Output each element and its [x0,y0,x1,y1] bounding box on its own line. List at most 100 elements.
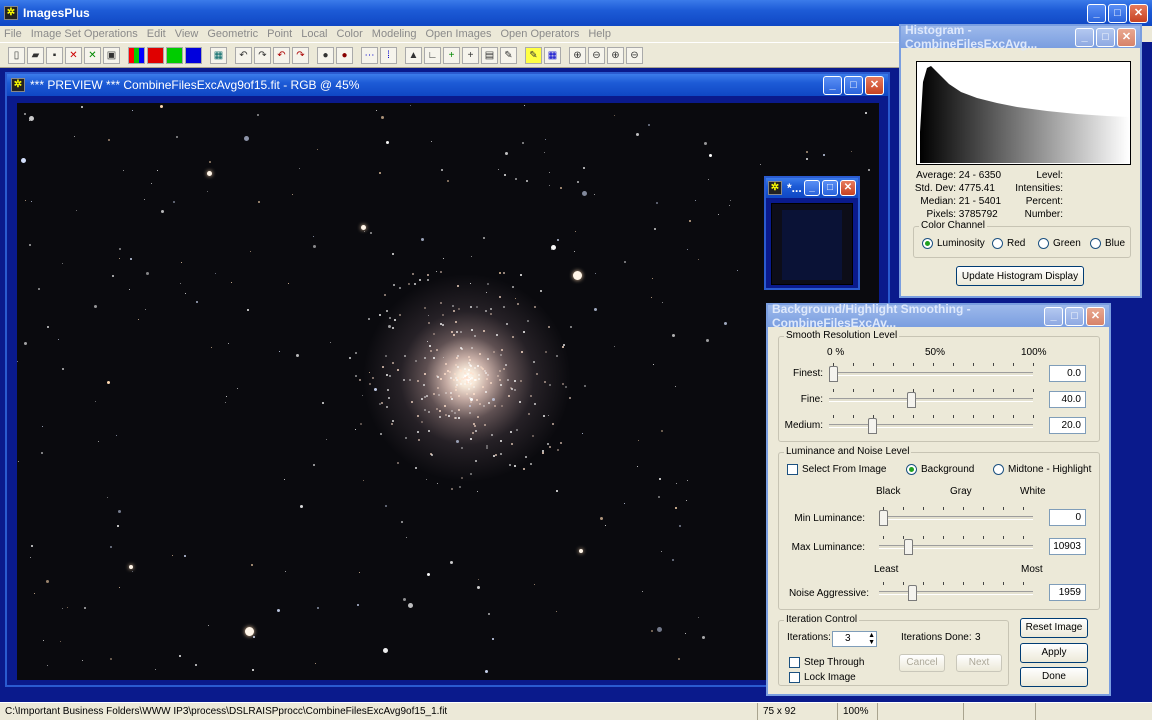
redo-all-icon[interactable]: ↷ [292,46,309,64]
fine-value[interactable]: 40.0 [1049,391,1086,408]
reset-image-button[interactable]: Reset Image [1020,618,1088,638]
finest-slider-thumb[interactable] [829,366,838,382]
channel-blue-radio[interactable]: Blue [1090,237,1125,249]
triangle-icon[interactable]: ▲ [405,46,422,64]
finest-value[interactable]: 0.0 [1049,365,1086,382]
min-luminance-slider-thumb[interactable] [879,510,888,526]
crosshair-green-icon[interactable]: + [443,46,460,64]
step-through-checkbox[interactable]: Step Through [789,657,864,668]
copy-icon[interactable]: ▣ [103,46,120,64]
menu-point[interactable]: Point [267,28,292,40]
zoom-actual-icon[interactable]: ⊖ [626,46,643,64]
menu-color[interactable]: Color [337,28,363,40]
maximize-button[interactable]: □ [1108,3,1127,23]
medium-track[interactable] [829,424,1033,428]
crosshair-icon[interactable]: + [462,46,479,64]
stepper-arrows-icon[interactable]: ▲ ▼ [868,632,875,646]
close-image-icon[interactable]: ✕ [65,46,82,64]
calculator-icon[interactable]: ▤ [481,46,498,64]
save-icon[interactable]: ▪ [46,46,63,64]
medium-value[interactable]: 20.0 [1049,417,1086,434]
noise-aggressive-value[interactable]: 1959 [1049,584,1086,601]
channel-red-radio[interactable]: Red [992,237,1025,249]
thumbnail-maximize-button[interactable]: □ [822,180,838,196]
menu-local[interactable]: Local [301,28,327,40]
dots-icon[interactable]: ⋯ [361,46,378,64]
minimize-button[interactable]: _ [1087,3,1106,23]
star-field-image[interactable] [17,103,879,680]
star [172,200,175,203]
menu-file[interactable]: File [4,28,22,40]
thumbnail-image[interactable] [771,203,853,285]
background-radio[interactable]: Background [906,464,974,475]
histogram-close-button[interactable]: ✕ [1117,27,1136,47]
smoothing-close-button[interactable]: ✕ [1086,306,1105,326]
zoom-fit-icon[interactable]: ⊕ [607,46,624,64]
max-luminance-slider-thumb[interactable] [903,539,913,555]
zoom-out-icon[interactable]: ⊖ [588,46,605,64]
menu-geometric[interactable]: Geometric [207,28,258,40]
preview-maximize-button[interactable]: □ [844,75,863,95]
histogram-graph[interactable] [916,61,1131,165]
done-button[interactable]: Done [1020,667,1088,687]
cancel-button[interactable]: Cancel [899,654,945,672]
midtone-highlight-radio[interactable]: Midtone - Highlight [993,464,1091,475]
iterations-stepper[interactable]: 3 ▲ ▼ [832,631,877,647]
max-luminance-value[interactable]: 10903 [1049,538,1086,555]
pencil-icon[interactable]: ✎ [525,46,542,64]
fine-slider-thumb[interactable] [907,392,916,408]
medium-slider-thumb[interactable] [868,418,877,434]
lock-image-checkbox[interactable]: Lock Image [789,672,856,683]
menu-open-images[interactable]: Open Images [425,28,491,40]
min-luminance-value[interactable]: 0 [1049,509,1086,526]
grid-icon[interactable]: ▦ [210,46,227,64]
smoothing-maximize-button[interactable]: □ [1065,306,1084,326]
menu-edit[interactable]: Edit [147,28,166,40]
histogram-maximize-button[interactable]: □ [1096,27,1115,47]
menu-view[interactable]: View [175,28,199,40]
fine-track[interactable] [829,398,1033,402]
close-all-icon[interactable]: ✕ [84,46,101,64]
menu-help[interactable]: Help [588,28,611,40]
next-button[interactable]: Next [956,654,1002,672]
green-channel-icon[interactable] [166,46,183,64]
apply-button[interactable]: Apply [1020,643,1088,663]
table-icon[interactable]: ▦ [544,46,561,64]
cluster-star [355,351,358,354]
open-icon[interactable]: ▰ [27,46,44,64]
blue-channel-icon[interactable] [185,46,202,64]
angle-icon[interactable]: ∟ [424,46,441,64]
ellipse-select-red-icon[interactable]: ● [336,46,353,64]
menu-open-operators[interactable]: Open Operators [500,28,579,40]
histogram-minimize-button[interactable]: _ [1075,27,1094,47]
red-channel-icon[interactable] [147,46,164,64]
channel-green-radio[interactable]: Green [1038,237,1081,249]
undo-icon[interactable]: ↶ [235,46,252,64]
min-luminance-track[interactable] [879,516,1033,520]
menu-image-set-operations[interactable]: Image Set Operations [31,28,138,40]
close-button[interactable]: ✕ [1129,3,1148,23]
redo-icon[interactable]: ↷ [254,46,271,64]
finest-track[interactable] [829,372,1033,376]
menu-modeling[interactable]: Modeling [372,28,417,40]
paint-icon[interactable]: ✎ [500,46,517,64]
preview-close-button[interactable]: ✕ [865,75,884,95]
average-value: 24 - 6350 [958,170,1002,181]
update-histogram-button[interactable]: Update Histogram Display [956,266,1084,286]
noise-slider-thumb[interactable] [908,585,917,601]
smoothing-minimize-button[interactable]: _ [1044,306,1063,326]
new-icon[interactable]: ▯ [8,46,25,64]
rgb-channel-icon[interactable] [128,46,145,64]
plot-icon[interactable]: ⁞ [380,46,397,64]
undo-all-icon[interactable]: ↶ [273,46,290,64]
zoom-in-icon[interactable]: ⊕ [569,46,586,64]
preview-minimize-button[interactable]: _ [823,75,842,95]
max-luminance-track[interactable] [879,545,1033,549]
select-from-image-checkbox[interactable]: Select From Image [787,464,886,475]
thumbnail-minimize-button[interactable]: _ [804,180,820,196]
cluster-star [385,373,388,376]
thumbnail-close-button[interactable]: ✕ [840,180,856,196]
channel-luminosity-radio[interactable]: Luminosity [922,237,985,249]
noise-track[interactable] [879,591,1033,595]
ellipse-select-icon[interactable]: ● [317,46,334,64]
